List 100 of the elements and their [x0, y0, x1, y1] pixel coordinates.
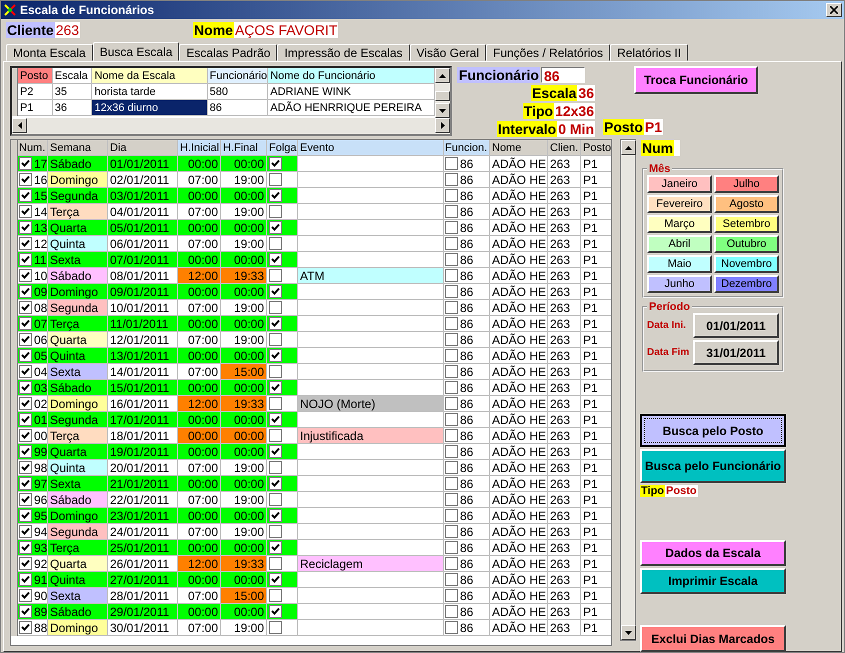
- checkbox[interactable]: [19, 429, 32, 442]
- checkbox[interactable]: [269, 573, 282, 586]
- tab[interactable]: Relatórios II: [610, 44, 688, 61]
- checkbox[interactable]: [445, 589, 458, 602]
- scroll-thumb[interactable]: [435, 91, 450, 101]
- checkbox[interactable]: [445, 173, 458, 186]
- checkbox[interactable]: [445, 333, 458, 346]
- search-by-post-button[interactable]: Busca pelo Posto: [640, 414, 786, 447]
- column-header[interactable]: Folga: [267, 140, 298, 156]
- checkbox[interactable]: [19, 557, 32, 570]
- checkbox[interactable]: [19, 413, 32, 426]
- checkbox[interactable]: [445, 285, 458, 298]
- checkbox[interactable]: [269, 221, 282, 234]
- checkbox[interactable]: [445, 509, 458, 522]
- checkbox[interactable]: [269, 413, 282, 426]
- checkbox[interactable]: [269, 333, 282, 346]
- checkbox[interactable]: [269, 381, 282, 394]
- column-header[interactable]: H.Inicial: [178, 140, 221, 156]
- tab[interactable]: Funções / Relatórios: [486, 44, 610, 61]
- checkbox[interactable]: [269, 429, 282, 442]
- checkbox[interactable]: [19, 157, 32, 170]
- month-button[interactable]: Agosto: [714, 195, 779, 213]
- checkbox[interactable]: [19, 173, 32, 186]
- checkbox[interactable]: [445, 349, 458, 362]
- scroll-right-button[interactable]: [435, 118, 450, 133]
- checkbox[interactable]: [445, 461, 458, 474]
- checkbox[interactable]: [19, 525, 32, 538]
- checkbox[interactable]: [445, 541, 458, 554]
- checkbox[interactable]: [269, 349, 282, 362]
- scrollbar[interactable]: [435, 68, 450, 118]
- month-button[interactable]: Junho: [647, 275, 712, 293]
- column-header[interactable]: Num.: [18, 140, 48, 156]
- checkbox[interactable]: [269, 269, 282, 282]
- month-button[interactable]: Março: [647, 215, 712, 233]
- checkbox[interactable]: [19, 621, 32, 634]
- checkbox[interactable]: [445, 269, 458, 282]
- checkbox[interactable]: [445, 573, 458, 586]
- checkbox[interactable]: [19, 317, 32, 330]
- checkbox[interactable]: [445, 413, 458, 426]
- checkbox[interactable]: [269, 589, 282, 602]
- tab[interactable]: Impressão de Escalas: [277, 44, 410, 61]
- scroll-down-button[interactable]: [621, 625, 636, 640]
- delete-days-button[interactable]: Exclui Dias Marcados: [640, 625, 786, 652]
- checkbox[interactable]: [269, 253, 282, 266]
- month-button[interactable]: Dezembro: [714, 275, 779, 293]
- column-header[interactable]: Escala: [52, 68, 92, 84]
- checkbox[interactable]: [269, 541, 282, 554]
- checkbox[interactable]: [445, 365, 458, 378]
- end-date-button[interactable]: 31/01/2011: [693, 340, 779, 365]
- checkbox[interactable]: [19, 333, 32, 346]
- checkbox[interactable]: [269, 397, 282, 410]
- checkbox[interactable]: [445, 157, 458, 170]
- tab[interactable]: Escalas Padrão: [179, 44, 278, 61]
- checkbox[interactable]: [269, 285, 282, 298]
- scroll-down-button[interactable]: [435, 103, 450, 118]
- column-header[interactable]: Evento: [298, 140, 444, 156]
- scroll-left-button[interactable]: [12, 118, 27, 133]
- num-field[interactable]: [674, 140, 680, 156]
- checkbox[interactable]: [19, 477, 32, 490]
- checkbox[interactable]: [445, 253, 458, 266]
- checkbox[interactable]: [445, 317, 458, 330]
- column-header[interactable]: Posto: [581, 140, 611, 156]
- tab[interactable]: Monta Escala: [6, 44, 93, 61]
- column-header[interactable]: Dia: [108, 140, 178, 156]
- checkbox[interactable]: [445, 381, 458, 394]
- checkbox[interactable]: [269, 205, 282, 218]
- print-button[interactable]: Imprimir Escala: [640, 568, 786, 594]
- checkbox[interactable]: [445, 605, 458, 618]
- checkbox[interactable]: [269, 317, 282, 330]
- checkbox[interactable]: [269, 157, 282, 170]
- column-header[interactable]: Funcionário: [208, 68, 268, 84]
- tab[interactable]: Busca Escala: [92, 42, 180, 61]
- checkbox[interactable]: [445, 445, 458, 458]
- scroll-up-button[interactable]: [435, 68, 450, 83]
- search-by-employee-button[interactable]: Busca pelo Funcionário: [640, 449, 786, 483]
- checkbox[interactable]: [19, 253, 32, 266]
- month-button[interactable]: Novembro: [714, 255, 779, 273]
- checkbox[interactable]: [19, 397, 32, 410]
- schedule-data-button[interactable]: Dados da Escala: [640, 540, 786, 566]
- horizontal-scrollbar[interactable]: [12, 118, 450, 134]
- column-header[interactable]: Funcion.: [444, 140, 490, 156]
- checkbox[interactable]: [19, 349, 32, 362]
- column-header[interactable]: Posto: [18, 68, 53, 84]
- checkbox[interactable]: [269, 477, 282, 490]
- checkbox[interactable]: [445, 557, 458, 570]
- scroll-up-button[interactable]: [621, 140, 636, 155]
- close-button[interactable]: [826, 3, 842, 17]
- checkbox[interactable]: [19, 461, 32, 474]
- checkbox[interactable]: [19, 381, 32, 394]
- month-button[interactable]: Janeiro: [647, 175, 712, 193]
- checkbox[interactable]: [19, 221, 32, 234]
- column-header[interactable]: Semana: [48, 140, 108, 156]
- checkbox[interactable]: [445, 477, 458, 490]
- checkbox[interactable]: [19, 573, 32, 586]
- checkbox[interactable]: [19, 269, 32, 282]
- checkbox[interactable]: [445, 301, 458, 314]
- checkbox[interactable]: [19, 493, 32, 506]
- month-button[interactable]: Outubro: [714, 235, 779, 253]
- checkbox[interactable]: [269, 365, 282, 378]
- checkbox[interactable]: [269, 461, 282, 474]
